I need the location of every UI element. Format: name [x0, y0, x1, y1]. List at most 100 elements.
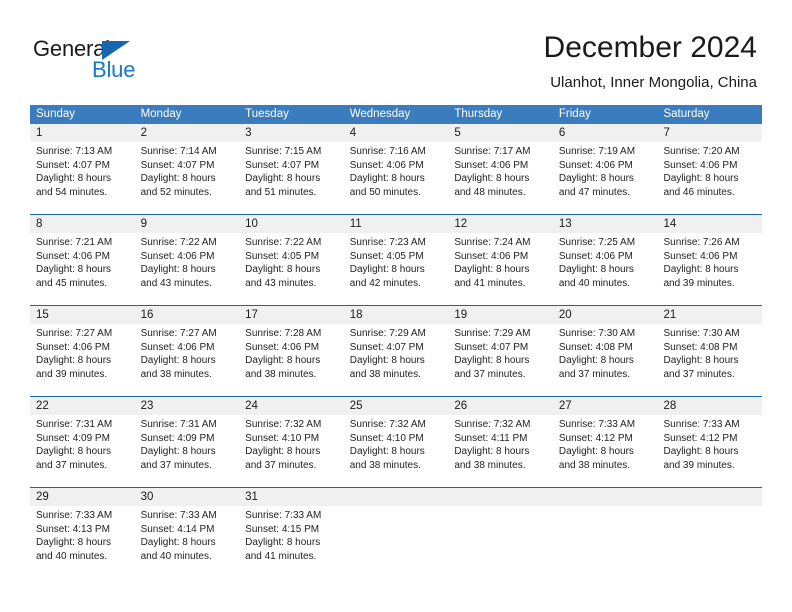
day-number[interactable]: 20: [553, 306, 658, 324]
sunset-text: Sunset: 4:12 PM: [558, 432, 633, 444]
day-cell[interactable]: Sunrise: 7:24 AM Sunset: 4:06 PM Dayligh…: [448, 233, 553, 305]
day-cell[interactable]: Sunrise: 7:31 AM Sunset: 4:09 PM Dayligh…: [30, 415, 135, 487]
day-number-empty: [657, 488, 762, 506]
sunrise-text: Sunrise: 7:27 AM: [36, 328, 113, 339]
day-cell[interactable]: Sunrise: 7:15 AM Sunset: 4:07 PM Dayligh…: [239, 142, 344, 214]
daylight-text-cont: and 43 minutes.: [140, 277, 212, 289]
day-cell[interactable]: Sunrise: 7:33 AM Sunset: 4:12 PM Dayligh…: [657, 415, 762, 487]
daylight-text: Daylight: 8 hours: [140, 173, 216, 185]
sunrise-text: Sunrise: 7:22 AM: [245, 237, 322, 248]
day-number[interactable]: 1: [30, 124, 135, 142]
day-cell[interactable]: Sunrise: 7:16 AM Sunset: 4:06 PM Dayligh…: [344, 142, 449, 214]
week-row: 29 30 31 Sunrise: 7:33 AM Sunset: 4:13 P…: [30, 487, 762, 578]
day-cell[interactable]: Sunrise: 7:32 AM Sunset: 4:10 PM Dayligh…: [344, 415, 449, 487]
day-number[interactable]: 5: [448, 124, 553, 142]
day-number[interactable]: 12: [448, 215, 553, 233]
day-number[interactable]: 28: [657, 397, 762, 415]
day-cell[interactable]: Sunrise: 7:33 AM Sunset: 4:12 PM Dayligh…: [553, 415, 658, 487]
day-cell[interactable]: Sunrise: 7:17 AM Sunset: 4:06 PM Dayligh…: [448, 142, 553, 214]
day-number[interactable]: 22: [30, 397, 135, 415]
day-number[interactable]: 30: [135, 488, 240, 506]
sunset-text: Sunset: 4:08 PM: [558, 341, 633, 353]
day-cell[interactable]: Sunrise: 7:32 AM Sunset: 4:11 PM Dayligh…: [448, 415, 553, 487]
sunrise-text: Sunrise: 7:32 AM: [454, 419, 531, 430]
daylight-text-cont: and 43 minutes.: [245, 277, 317, 289]
sunset-text: Sunset: 4:15 PM: [245, 523, 320, 535]
sunrise-text: Sunrise: 7:24 AM: [454, 237, 531, 248]
day-number[interactable]: 23: [135, 397, 240, 415]
day-cell[interactable]: Sunrise: 7:33 AM Sunset: 4:15 PM Dayligh…: [239, 506, 344, 578]
day-cell[interactable]: Sunrise: 7:13 AM Sunset: 4:07 PM Dayligh…: [30, 142, 135, 214]
day-number[interactable]: 31: [239, 488, 344, 506]
day-number[interactable]: 7: [657, 124, 762, 142]
day-number[interactable]: 24: [239, 397, 344, 415]
sunrise-text: Sunrise: 7:28 AM: [245, 328, 322, 339]
day-number[interactable]: 19: [448, 306, 553, 324]
daylight-text-cont: and 38 minutes.: [349, 368, 421, 380]
day-number[interactable]: 25: [344, 397, 449, 415]
day-number[interactable]: 9: [135, 215, 240, 233]
day-number[interactable]: 29: [30, 488, 135, 506]
daylight-text-cont: and 48 minutes.: [454, 186, 526, 198]
day-number[interactable]: 4: [344, 124, 449, 142]
day-number[interactable]: 3: [239, 124, 344, 142]
day-cell[interactable]: Sunrise: 7:27 AM Sunset: 4:06 PM Dayligh…: [135, 324, 240, 396]
day-cell[interactable]: Sunrise: 7:27 AM Sunset: 4:06 PM Dayligh…: [30, 324, 135, 396]
generalblue-logo[interactable]: General Blue: [33, 36, 233, 86]
day-cell[interactable]: Sunrise: 7:32 AM Sunset: 4:10 PM Dayligh…: [239, 415, 344, 487]
daylight-text: Daylight: 8 hours: [349, 264, 425, 276]
day-number[interactable]: 27: [553, 397, 658, 415]
day-cell[interactable]: Sunrise: 7:33 AM Sunset: 4:14 PM Dayligh…: [135, 506, 240, 578]
day-cell[interactable]: Sunrise: 7:30 AM Sunset: 4:08 PM Dayligh…: [657, 324, 762, 396]
sunset-text: Sunset: 4:13 PM: [36, 523, 110, 535]
sunrise-text: Sunrise: 7:32 AM: [245, 419, 322, 430]
daylight-text: Daylight: 8 hours: [140, 264, 216, 276]
day-number[interactable]: 15: [30, 306, 135, 324]
sunrise-text: Sunrise: 7:31 AM: [140, 419, 217, 430]
day-number[interactable]: 11: [344, 215, 449, 233]
daylight-text: Daylight: 8 hours: [454, 355, 530, 367]
day-number-row: 8 9 10 11 12 13 14: [30, 214, 762, 233]
daylight-text-cont: and 38 minutes.: [558, 459, 631, 471]
day-number-empty: [344, 488, 449, 506]
day-cell[interactable]: Sunrise: 7:29 AM Sunset: 4:07 PM Dayligh…: [448, 324, 553, 396]
day-cell[interactable]: Sunrise: 7:29 AM Sunset: 4:07 PM Dayligh…: [344, 324, 449, 396]
daylight-text: Daylight: 8 hours: [663, 173, 739, 185]
day-cell[interactable]: Sunrise: 7:23 AM Sunset: 4:05 PM Dayligh…: [344, 233, 449, 305]
calendar-grid: Sunday Monday Tuesday Wednesday Thursday…: [30, 105, 762, 578]
day-number[interactable]: 8: [30, 215, 135, 233]
day-cell[interactable]: Sunrise: 7:22 AM Sunset: 4:05 PM Dayligh…: [239, 233, 344, 305]
daylight-text-cont: and 40 minutes.: [558, 277, 631, 289]
day-number[interactable]: 2: [135, 124, 240, 142]
day-cell[interactable]: Sunrise: 7:28 AM Sunset: 4:06 PM Dayligh…: [239, 324, 344, 396]
day-number[interactable]: 16: [135, 306, 240, 324]
daylight-text-cont: and 37 minutes.: [245, 459, 317, 471]
day-cell[interactable]: Sunrise: 7:21 AM Sunset: 4:06 PM Dayligh…: [30, 233, 135, 305]
day-cell[interactable]: Sunrise: 7:20 AM Sunset: 4:06 PM Dayligh…: [657, 142, 762, 214]
sunrise-text: Sunrise: 7:33 AM: [558, 419, 636, 430]
day-cell[interactable]: Sunrise: 7:30 AM Sunset: 4:08 PM Dayligh…: [553, 324, 658, 396]
day-cell[interactable]: Sunrise: 7:19 AM Sunset: 4:06 PM Dayligh…: [553, 142, 658, 214]
day-number-row: 22 23 24 25 26 27 28: [30, 396, 762, 415]
daylight-text-cont: and 37 minutes.: [36, 459, 108, 471]
day-number[interactable]: 17: [239, 306, 344, 324]
sunrise-text: Sunrise: 7:33 AM: [140, 510, 217, 521]
day-cell[interactable]: Sunrise: 7:22 AM Sunset: 4:06 PM Dayligh…: [135, 233, 240, 305]
sunset-text: Sunset: 4:06 PM: [245, 341, 320, 353]
week-row: 22 23 24 25 26 27 28 Sunrise: 7:31 AM Su…: [30, 396, 762, 487]
day-cell[interactable]: Sunrise: 7:31 AM Sunset: 4:09 PM Dayligh…: [135, 415, 240, 487]
sunset-text: Sunset: 4:06 PM: [558, 159, 633, 171]
day-number[interactable]: 10: [239, 215, 344, 233]
day-number[interactable]: 21: [657, 306, 762, 324]
day-number[interactable]: 13: [553, 215, 658, 233]
day-number[interactable]: 18: [344, 306, 449, 324]
day-cell[interactable]: Sunrise: 7:26 AM Sunset: 4:06 PM Dayligh…: [657, 233, 762, 305]
day-number[interactable]: 14: [657, 215, 762, 233]
day-cell[interactable]: Sunrise: 7:25 AM Sunset: 4:06 PM Dayligh…: [553, 233, 658, 305]
day-number[interactable]: 6: [553, 124, 658, 142]
day-number[interactable]: 26: [448, 397, 553, 415]
daylight-text-cont: and 39 minutes.: [36, 368, 108, 380]
day-cell[interactable]: Sunrise: 7:33 AM Sunset: 4:13 PM Dayligh…: [30, 506, 135, 578]
day-cell[interactable]: Sunrise: 7:14 AM Sunset: 4:07 PM Dayligh…: [135, 142, 240, 214]
sunrise-text: Sunrise: 7:25 AM: [558, 237, 636, 248]
